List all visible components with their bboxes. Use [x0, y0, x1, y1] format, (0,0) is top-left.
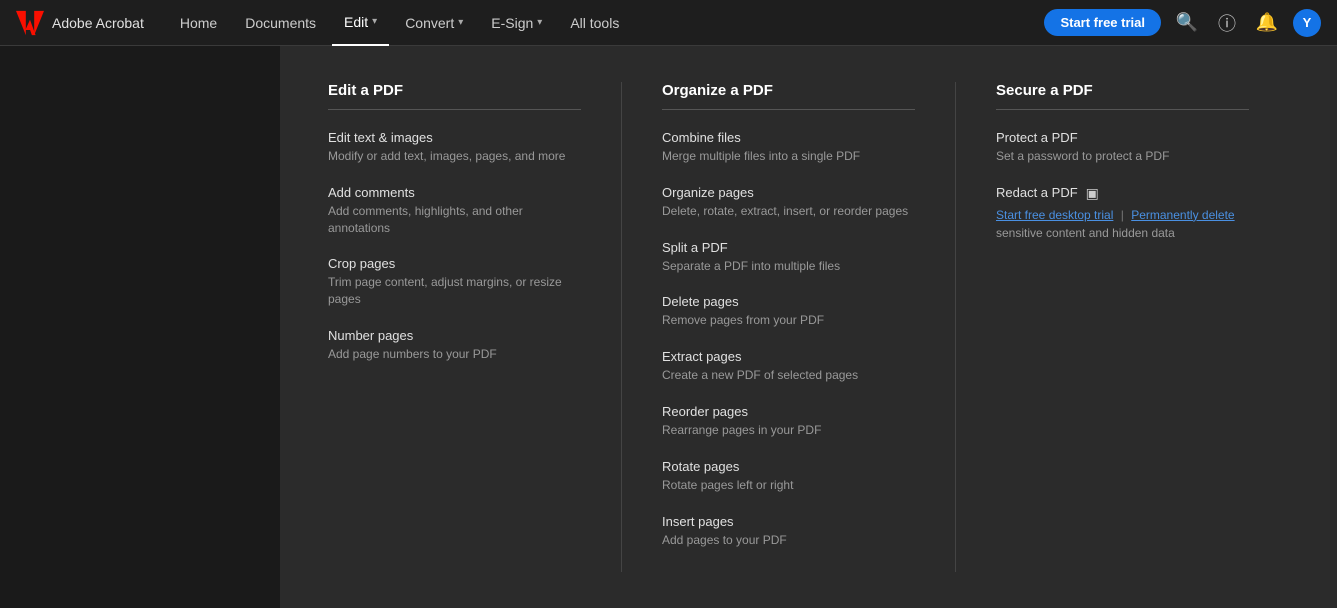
start-free-desktop-trial-link[interactable]: Start free desktop trial	[996, 208, 1113, 222]
rotate-pages-item[interactable]: Rotate pages Rotate pages left or right	[662, 459, 915, 494]
delete-pages-title: Delete pages	[662, 294, 915, 309]
split-pdf-item[interactable]: Split a PDF Separate a PDF into multiple…	[662, 240, 915, 275]
secure-a-pdf-title: Secure a PDF	[996, 82, 1249, 110]
rotate-pages-title: Rotate pages	[662, 459, 915, 474]
navbar: Adobe Acrobat Home Documents Edit ▾ Conv…	[0, 0, 1337, 46]
organize-pages-item[interactable]: Organize pages Delete, rotate, extract, …	[662, 185, 915, 220]
number-pages-title: Number pages	[328, 328, 581, 343]
brand: Adobe Acrobat	[16, 9, 144, 37]
number-pages-item[interactable]: Number pages Add page numbers to your PD…	[328, 328, 581, 363]
combine-files-item[interactable]: Combine files Merge multiple files into …	[662, 130, 915, 165]
nav-esign[interactable]: E-Sign ▾	[479, 0, 554, 46]
crop-pages-item[interactable]: Crop pages Trim page content, adjust mar…	[328, 256, 581, 308]
crop-pages-title: Crop pages	[328, 256, 581, 271]
start-free-trial-button[interactable]: Start free trial	[1044, 9, 1161, 36]
split-pdf-title: Split a PDF	[662, 240, 915, 255]
edit-dropdown: Edit a PDF Edit text & images Modify or …	[280, 46, 1337, 608]
edit-a-pdf-title: Edit a PDF	[328, 82, 581, 110]
insert-pages-item[interactable]: Insert pages Add pages to your PDF	[662, 514, 915, 549]
extract-pages-title: Extract pages	[662, 349, 915, 364]
number-pages-desc: Add page numbers to your PDF	[328, 346, 581, 363]
edit-text-images-title: Edit text & images	[328, 130, 581, 145]
redact-pdf-item[interactable]: Redact a PDF ▣ Start free desktop trial …	[996, 185, 1249, 242]
organize-pages-desc: Delete, rotate, extract, insert, or reor…	[662, 203, 915, 220]
reorder-pages-title: Reorder pages	[662, 404, 915, 419]
reorder-pages-item[interactable]: Reorder pages Rearrange pages in your PD…	[662, 404, 915, 439]
reorder-pages-desc: Rearrange pages in your PDF	[662, 422, 915, 439]
insert-pages-desc: Add pages to your PDF	[662, 532, 915, 549]
protect-pdf-title: Protect a PDF	[996, 130, 1249, 145]
delete-pages-desc: Remove pages from your PDF	[662, 312, 915, 329]
organize-a-pdf-title: Organize a PDF	[662, 82, 915, 110]
dropdown-content: Edit a PDF Edit text & images Modify or …	[280, 46, 1337, 608]
brand-name: Adobe Acrobat	[52, 15, 144, 31]
search-icon[interactable]: 🔍	[1173, 9, 1201, 37]
redact-title-row: Redact a PDF ▣	[996, 185, 1249, 203]
protect-pdf-desc: Set a password to protect a PDF	[996, 148, 1249, 165]
redact-separator: |	[1121, 208, 1124, 222]
secure-a-pdf-section: Secure a PDF Protect a PDF Set a passwor…	[996, 82, 1289, 572]
notifications-icon[interactable]: 🔔	[1253, 9, 1281, 37]
split-pdf-desc: Separate a PDF into multiple files	[662, 258, 915, 275]
user-avatar[interactable]: Y	[1293, 9, 1321, 37]
nav-right: Start free trial 🔍 ⓘ 🔔 Y	[1044, 9, 1321, 37]
desktop-icon: ▣	[1086, 185, 1099, 202]
protect-pdf-item[interactable]: Protect a PDF Set a password to protect …	[996, 130, 1249, 165]
add-comments-item[interactable]: Add comments Add comments, highlights, a…	[328, 185, 581, 237]
left-sidebar	[0, 46, 280, 608]
combine-files-desc: Merge multiple files into a single PDF	[662, 148, 915, 165]
add-comments-desc: Add comments, highlights, and other anno…	[328, 203, 581, 237]
redact-links: Start free desktop trial | Permanently d…	[996, 206, 1249, 242]
help-icon[interactable]: ⓘ	[1213, 9, 1241, 37]
edit-chevron-icon: ▾	[372, 16, 377, 27]
esign-chevron-icon: ▾	[537, 17, 542, 28]
nav-documents[interactable]: Documents	[233, 0, 328, 46]
combine-files-title: Combine files	[662, 130, 915, 145]
organize-pages-title: Organize pages	[662, 185, 915, 200]
edit-text-images-item[interactable]: Edit text & images Modify or add text, i…	[328, 130, 581, 165]
extract-pages-desc: Create a new PDF of selected pages	[662, 367, 915, 384]
nav-convert[interactable]: Convert ▾	[393, 0, 475, 46]
redact-pdf-title: Redact a PDF	[996, 185, 1078, 200]
insert-pages-title: Insert pages	[662, 514, 915, 529]
adobe-logo-icon	[16, 9, 44, 37]
nav-alltools[interactable]: All tools	[558, 0, 631, 46]
edit-a-pdf-section: Edit a PDF Edit text & images Modify or …	[328, 82, 622, 572]
extract-pages-item[interactable]: Extract pages Create a new PDF of select…	[662, 349, 915, 384]
edit-text-images-desc: Modify or add text, images, pages, and m…	[328, 148, 581, 165]
permanently-delete-link[interactable]: Permanently delete	[1131, 208, 1234, 222]
nav-edit[interactable]: Edit ▾	[332, 0, 389, 46]
redact-perm-desc: sensitive content and hidden data	[996, 226, 1175, 240]
rotate-pages-desc: Rotate pages left or right	[662, 477, 915, 494]
crop-pages-desc: Trim page content, adjust margins, or re…	[328, 274, 581, 308]
convert-chevron-icon: ▾	[458, 17, 463, 28]
main-area: Edit a PDF Edit text & images Modify or …	[0, 46, 1337, 608]
delete-pages-item[interactable]: Delete pages Remove pages from your PDF	[662, 294, 915, 329]
add-comments-title: Add comments	[328, 185, 581, 200]
nav-home[interactable]: Home	[168, 0, 229, 46]
nav-links: Home Documents Edit ▾ Convert ▾ E-Sign ▾…	[168, 0, 1045, 46]
organize-a-pdf-section: Organize a PDF Combine files Merge multi…	[662, 82, 956, 572]
